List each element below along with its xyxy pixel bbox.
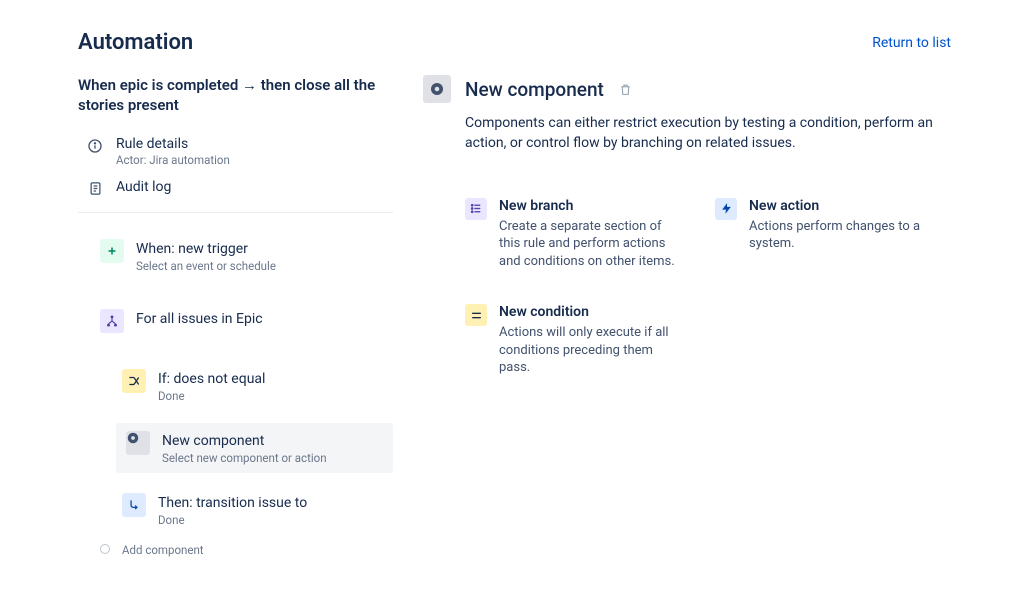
audit-log-item[interactable]: Audit log [78,173,393,204]
branch-list-icon [465,198,487,220]
condition-sub: Done [158,389,265,403]
gear-icon [126,431,150,455]
flow-tree: When: new trigger Select an event or sch… [78,233,393,557]
return-to-list-link[interactable]: Return to list [872,35,951,51]
transition-icon [122,493,146,517]
bolt-icon [715,198,737,220]
new-branch-title: New branch [499,198,679,214]
new-component-sub: Select new component or action [162,451,327,465]
new-action-desc: Actions perform changes to a system. [749,218,929,253]
new-component-title: New component [162,433,327,449]
rule-sidebar: When epic is completed → then close all … [78,75,393,557]
rule-actor-label: Actor: Jira automation [116,153,230,167]
plus-icon [100,239,124,263]
new-action-title: New action [749,198,929,214]
trigger-sub: Select an event or schedule [136,259,276,273]
panel-description: Components can either restrict execution… [465,113,951,154]
new-branch-option[interactable]: New branch Create a separate section of … [465,198,685,271]
new-component-node[interactable]: New component Select new component or ac… [116,423,393,473]
condition-icon [122,369,146,393]
new-action-option[interactable]: New action Actions perform changes to a … [715,198,935,253]
audit-log-label: Audit log [116,179,171,195]
rule-details-item[interactable]: Rule details Actor: Jira automation [78,130,393,173]
audit-log-icon [86,180,104,198]
page-title: Automation [78,30,193,55]
new-condition-option[interactable]: New condition Actions will only execute … [465,304,685,377]
rule-name: When epic is completed → then close all … [78,75,393,116]
header: Automation Return to list [78,30,951,55]
trigger-title: When: new trigger [136,241,276,257]
branch-icon [100,309,124,333]
end-circle-icon [100,544,110,554]
add-component-link[interactable]: Add component [122,543,204,557]
gear-icon [423,75,451,103]
condition-icon [465,304,487,326]
divider [78,212,393,213]
branch-node[interactable]: For all issues in Epic [100,303,393,339]
new-condition-desc: Actions will only execute if all conditi… [499,324,679,377]
rule-details-label: Rule details [116,136,230,152]
condition-title: If: does not equal [158,371,265,387]
info-icon [86,137,104,155]
condition-node[interactable]: If: does not equal Done [122,363,393,409]
trigger-node[interactable]: When: new trigger Select an event or sch… [100,233,393,279]
action-node[interactable]: Then: transition issue to Done [122,487,393,533]
new-condition-title: New condition [499,304,679,320]
panel-title: New component [465,78,604,101]
action-title: Then: transition issue to [158,495,307,511]
component-panel: New component Components can either rest… [423,75,951,557]
action-sub: Done [158,513,307,527]
branch-title: For all issues in Epic [136,311,263,327]
trash-icon[interactable] [618,81,634,97]
new-branch-desc: Create a separate section of this rule a… [499,218,679,271]
